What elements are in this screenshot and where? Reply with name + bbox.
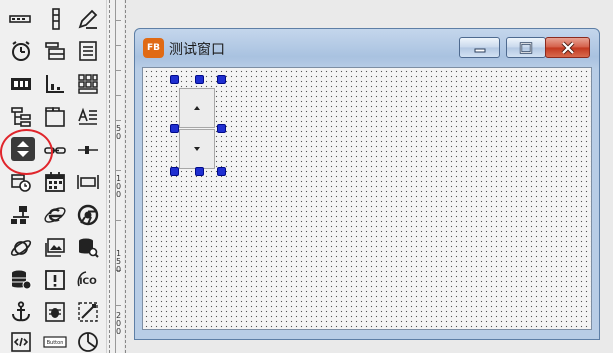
close-button[interactable] xyxy=(545,37,590,58)
ruler-tick xyxy=(115,95,121,96)
anchor-icon[interactable] xyxy=(6,297,36,327)
ruler-icon[interactable] xyxy=(73,167,103,197)
arrow-down-icon xyxy=(194,147,200,151)
resize-handle-right[interactable] xyxy=(217,124,226,133)
network-icon[interactable] xyxy=(6,200,36,230)
form-client-area[interactable] xyxy=(142,67,592,330)
hyperlink-icon[interactable] xyxy=(40,135,70,165)
button-icon[interactable]: Button xyxy=(40,327,70,353)
edit-pen-icon[interactable] xyxy=(73,4,103,34)
ie-browser-icon[interactable] xyxy=(40,200,70,230)
ruler-tick xyxy=(115,305,121,306)
maximize-icon xyxy=(519,41,533,54)
svg-text:Button: Button xyxy=(47,340,64,346)
ruler-label-100: 1 0 0 xyxy=(116,174,122,199)
ruler-label-200: 2 0 0 xyxy=(116,311,122,336)
image-gallery-icon[interactable] xyxy=(40,233,70,263)
imagebox-icon[interactable] xyxy=(6,69,36,99)
arrow-up-icon xyxy=(194,106,200,110)
resize-handle-top-left[interactable] xyxy=(170,75,179,84)
code-icon[interactable] xyxy=(6,327,36,353)
tabstrip-icon[interactable] xyxy=(40,102,70,132)
planet-icon[interactable] xyxy=(6,233,36,263)
splitter-dashes xyxy=(109,0,111,353)
ruler-tick xyxy=(115,70,121,71)
draw-icon[interactable] xyxy=(73,297,103,327)
resize-handle-bottom-right[interactable] xyxy=(217,167,226,176)
spin-control[interactable] xyxy=(179,88,215,170)
ruler-tick xyxy=(115,45,121,46)
database-search-icon[interactable] xyxy=(73,233,103,263)
form-window[interactable]: FB 测试窗口 xyxy=(134,28,600,340)
datagrid-icon[interactable] xyxy=(40,36,70,66)
toolbar-icon[interactable] xyxy=(5,4,35,34)
spin-up-button[interactable] xyxy=(179,88,215,128)
maximize-button[interactable] xyxy=(506,37,546,58)
window-title: 测试窗口 xyxy=(169,42,225,58)
svg-text:ICO: ICO xyxy=(79,277,97,287)
ruler-tick xyxy=(115,220,121,221)
splitter-icon[interactable] xyxy=(41,4,71,34)
spin-control-icon[interactable] xyxy=(8,134,38,164)
grid-icon[interactable] xyxy=(73,69,103,99)
slider-icon[interactable] xyxy=(73,135,103,165)
calendar-icon[interactable] xyxy=(40,167,70,197)
minimize-button[interactable] xyxy=(459,37,500,58)
database-icon[interactable] xyxy=(6,265,36,295)
ruler-label-50: 5 0 xyxy=(116,124,122,141)
treeview-icon[interactable] xyxy=(6,102,36,132)
resize-handle-bottom-left[interactable] xyxy=(170,167,179,176)
close-icon xyxy=(561,41,574,54)
app-icon: FB xyxy=(143,38,164,58)
pie-icon[interactable] xyxy=(73,327,103,353)
toolbox-panel: ICO Button xyxy=(0,0,106,353)
chrome-browser-icon[interactable] xyxy=(73,200,103,230)
date-timer-icon[interactable] xyxy=(6,167,36,197)
resize-handle-bottom[interactable] xyxy=(195,167,204,176)
window-titlebar[interactable]: FB 测试窗口 xyxy=(135,29,599,65)
richtext-icon[interactable] xyxy=(73,102,103,132)
chart-icon[interactable] xyxy=(40,69,70,99)
spin-down-button[interactable] xyxy=(179,129,215,169)
ruler-tick xyxy=(115,120,121,121)
vertical-ruler: 5 0 1 0 0 1 5 0 2 0 0 xyxy=(106,0,124,353)
ico-icon[interactable]: ICO xyxy=(73,265,103,295)
resize-handle-top[interactable] xyxy=(195,75,204,84)
resize-handle-left[interactable] xyxy=(170,124,179,133)
ruler-tick xyxy=(115,20,121,21)
listbox-icon[interactable] xyxy=(73,36,103,66)
alert-icon[interactable] xyxy=(40,265,70,295)
timer-icon[interactable] xyxy=(6,36,36,66)
ruler-tick xyxy=(115,170,121,171)
resize-handle-top-right[interactable] xyxy=(217,75,226,84)
ruler-label-150: 1 5 0 xyxy=(116,249,122,274)
minimize-icon xyxy=(474,48,485,52)
bug-icon[interactable] xyxy=(40,297,70,327)
